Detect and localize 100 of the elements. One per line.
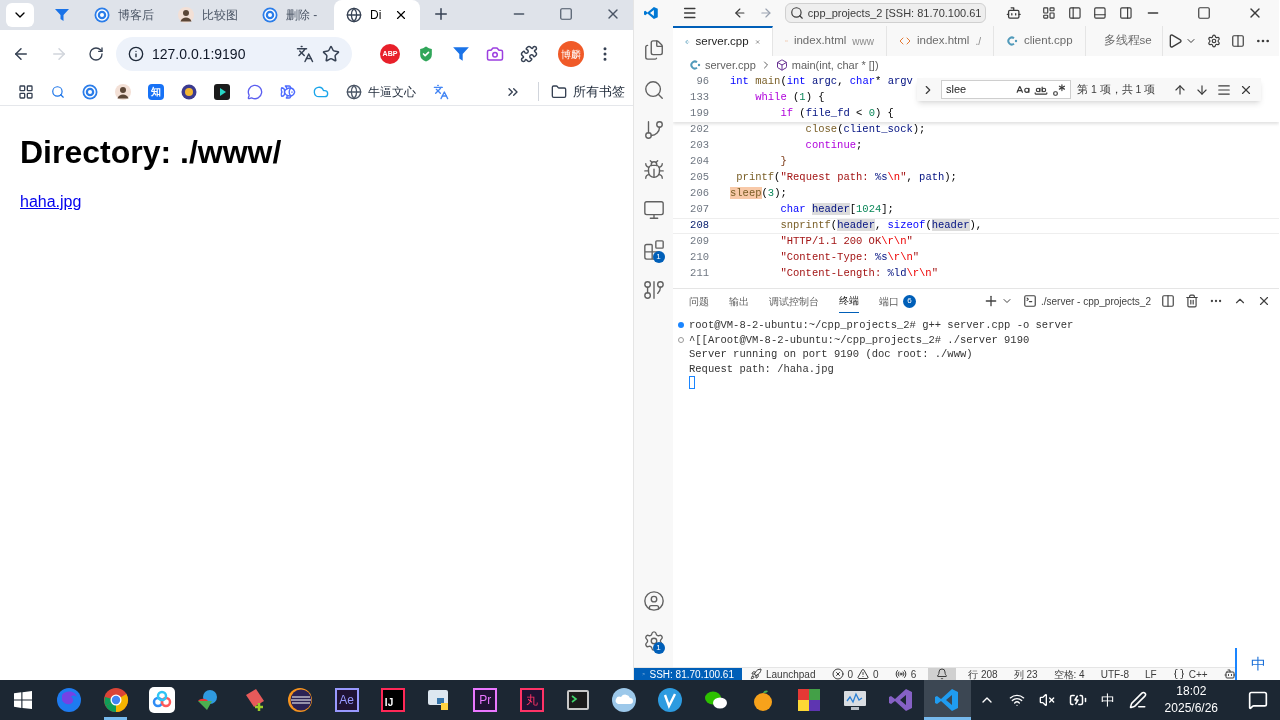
back-icon[interactable] — [12, 45, 30, 63]
problems-status[interactable]: 0 0 — [823, 668, 887, 680]
run-debug-icon[interactable] — [642, 159, 665, 181]
run-icon[interactable] — [1167, 33, 1183, 49]
breadcrumb-item[interactable]: server.cpp — [705, 56, 756, 74]
browser-tab[interactable]: 博客后 — [82, 0, 166, 30]
apps-icon[interactable] — [18, 83, 34, 100]
settings-icon[interactable] — [642, 630, 665, 652]
new-tab-icon[interactable] — [432, 5, 450, 23]
line-number: 209 — [689, 234, 709, 250]
remote-indicator[interactable]: SSH: 81.70.100.61 — [634, 668, 742, 680]
browser-tab[interactable]: 删除 - — [250, 0, 334, 30]
line-number: 211 — [689, 266, 709, 282]
html-file-icon — [899, 35, 911, 47]
search-icon[interactable] — [51, 84, 65, 99]
terminal-selector[interactable]: ./server - cpp_projects_2 — [1022, 293, 1151, 309]
search-icon[interactable] — [642, 79, 665, 101]
play-icon[interactable] — [214, 83, 230, 100]
split-editor-icon[interactable] — [1231, 34, 1245, 48]
pen-icon[interactable] — [1128, 691, 1147, 709]
status-item[interactable]: 空格: 4 — [1045, 668, 1093, 680]
panel-tab[interactable]: 调试控制台 — [769, 289, 819, 313]
status-item[interactable]: 行 208 — [960, 668, 1006, 680]
extensions-icon[interactable] — [520, 45, 538, 63]
url-text: 127.0.0.1:9190 — [152, 44, 246, 64]
command-center[interactable]: cpp_projects_2 [SSH: 81.70.100.61 — [784, 3, 987, 23]
panel-tab[interactable]: 问题 — [689, 289, 709, 313]
input-method-indicator[interactable]: 中 — [1100, 689, 1115, 711]
zhihu-bookmark[interactable]: 知 — [148, 83, 164, 100]
settings-icon[interactable] — [1207, 34, 1221, 48]
status-button[interactable] — [928, 668, 957, 680]
code-line: "Content-Type: %s\r\n" — [779, 250, 920, 266]
panel-tab[interactable]: 端口 6 — [879, 289, 916, 313]
layout-icon[interactable] — [1041, 5, 1056, 21]
taskbar-app[interactable]: IJ — [369, 680, 416, 720]
remote-explorer-icon[interactable] — [642, 199, 665, 221]
maximize-icon[interactable] — [1197, 6, 1211, 20]
browser-tab[interactable]: Di — [334, 0, 420, 30]
back-icon[interactable] — [733, 5, 747, 21]
browser-app-icon — [56, 687, 83, 713]
maximize-icon[interactable] — [559, 7, 573, 21]
toggle-sidebar-icon[interactable] — [1067, 5, 1082, 21]
toggle-secondary-sidebar-icon[interactable] — [1119, 5, 1133, 21]
source-control-icon[interactable] — [642, 119, 665, 141]
status-item[interactable]: 列 23 — [1005, 668, 1046, 680]
close-icon[interactable] — [394, 8, 408, 22]
language-status[interactable]: C++ — [1164, 668, 1216, 680]
bookmark-link[interactable]: 牛逼文心 — [346, 82, 416, 101]
account-icon[interactable] — [642, 590, 665, 612]
trash-icon[interactable] — [1185, 294, 1199, 308]
address-bar[interactable]: 127.0.0.1:9190 — [116, 37, 352, 71]
line-number: 206 — [689, 186, 709, 202]
status-item[interactable]: LF — [1137, 668, 1165, 680]
toggle-panel-icon[interactable] — [1093, 5, 1108, 21]
ime-indicator[interactable]: 中 — [1235, 648, 1279, 680]
wifi-icon[interactable] — [1008, 692, 1025, 708]
find-in-selection-icon[interactable] — [1217, 82, 1231, 97]
translate-icon[interactable] — [296, 45, 314, 63]
code-line: } — [779, 154, 787, 170]
bookmark-star-icon[interactable] — [322, 45, 340, 63]
notifications-icon[interactable] — [1248, 690, 1268, 710]
chat-icon[interactable] — [247, 83, 263, 100]
breadcrumb-item[interactable]: main(int, char * []) — [791, 56, 879, 74]
avatar-icon — [178, 7, 194, 23]
files-icon[interactable] — [642, 39, 665, 61]
find-input[interactable]: slee — [941, 80, 1071, 99]
all-bookmarks-link[interactable]: 所有书签 — [538, 81, 625, 102]
panel-tab[interactable]: 终端 — [839, 289, 859, 313]
copilot-icon[interactable] — [1006, 4, 1022, 22]
ports-status[interactable]: 6 — [886, 668, 925, 680]
editor-tab[interactable]: client.cpp — [994, 26, 1086, 56]
status-item[interactable]: UTF-8 — [1092, 668, 1138, 680]
regex-icon[interactable] — [1052, 82, 1066, 97]
tab-search-button[interactable] — [6, 3, 34, 27]
next-match-icon[interactable] — [1195, 82, 1209, 97]
editor-tab[interactable]: server.cpp — [673, 26, 773, 56]
split-terminal-icon[interactable] — [1161, 294, 1175, 308]
browser-tab[interactable]: 比较图 — [166, 0, 250, 30]
editor-tab[interactable]: 多线程se — [1085, 26, 1163, 56]
blog-icon — [82, 83, 98, 100]
previous-match-icon[interactable] — [1173, 82, 1187, 97]
launchpad-status[interactable]: Launchpad — [742, 668, 824, 680]
file-link[interactable]: haha.jpg — [20, 190, 82, 214]
close-icon[interactable] — [1257, 294, 1271, 308]
volume-muted-icon[interactable] — [1038, 692, 1055, 708]
editor-tab[interactable]: index.html ./ — [887, 26, 994, 56]
taskbar-app[interactable]: 丸 — [508, 680, 555, 720]
reload-icon[interactable] — [88, 46, 104, 62]
extensions-icon[interactable] — [642, 239, 665, 261]
camera-icon[interactable] — [486, 45, 504, 63]
fish-icon[interactable] — [280, 83, 296, 100]
editor-tab[interactable]: index.html www — [773, 26, 887, 56]
copilot-icon[interactable] — [1223, 668, 1236, 680]
funnel-icon — [54, 7, 70, 23]
taskbar-app[interactable]: Ae — [323, 680, 370, 720]
taskbar-app[interactable]: Pr — [462, 680, 509, 720]
badge-icon[interactable] — [181, 83, 197, 100]
git-graph-icon[interactable] — [642, 279, 665, 301]
panel-tab[interactable]: 输出 — [729, 289, 749, 313]
clock[interactable]: 18:02 2025/6/26 — [1160, 683, 1222, 717]
